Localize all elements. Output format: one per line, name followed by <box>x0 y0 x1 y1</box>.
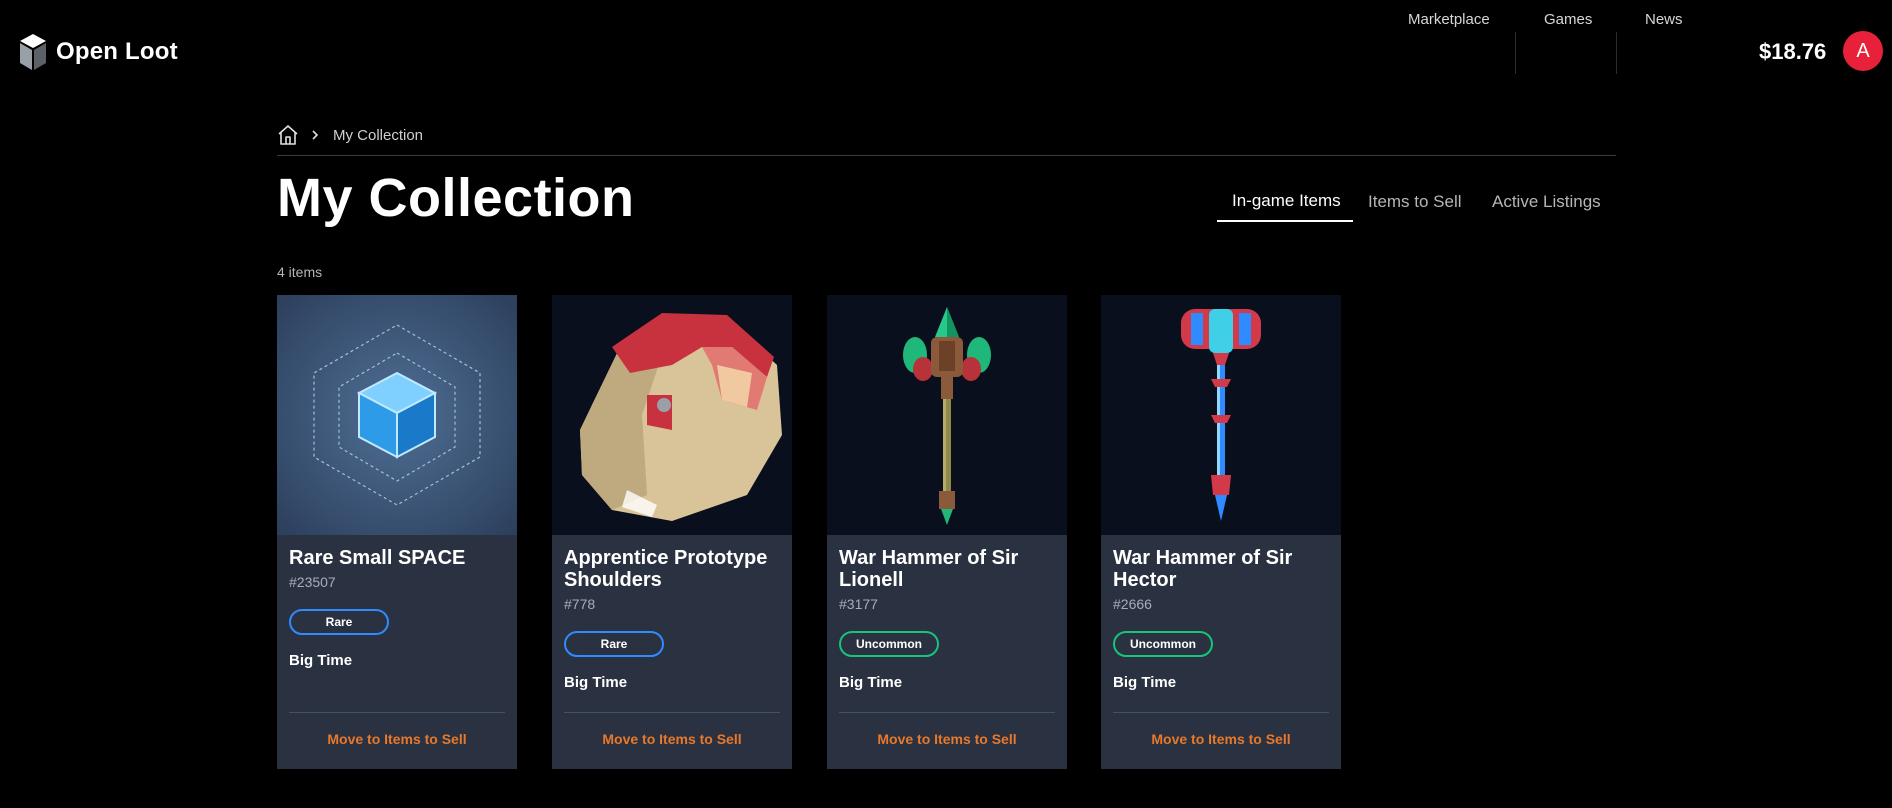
card-divider <box>564 712 780 713</box>
avatar[interactable]: A <box>1843 31 1883 71</box>
loot-box-icon <box>20 34 46 70</box>
item-card[interactable]: Rare Small SPACE #23507 Rare Big Time Mo… <box>277 295 517 769</box>
space-cube-icon <box>277 295 517 535</box>
move-to-items-to-sell-button[interactable]: Move to Items to Sell <box>827 731 1067 747</box>
item-name: Apprentice Prototype Shoulders <box>564 547 768 591</box>
page-title: My Collection <box>277 168 635 228</box>
item-card[interactable]: Apprentice Prototype Shoulders #778 Rare… <box>552 295 792 769</box>
rarity-badge: Rare <box>289 609 389 635</box>
nav-marketplace[interactable]: Marketplace <box>1408 0 1490 40</box>
breadcrumb: My Collection <box>277 124 423 146</box>
card-divider <box>839 712 1055 713</box>
item-game: Big Time <box>564 674 628 691</box>
nav-news[interactable]: News <box>1645 0 1683 40</box>
move-to-items-to-sell-button[interactable]: Move to Items to Sell <box>1101 731 1341 747</box>
war-hammer-icon <box>827 295 1067 535</box>
rarity-badge: Rare <box>564 631 664 657</box>
item-game: Big Time <box>289 652 353 669</box>
breadcrumb-current: My Collection <box>333 126 424 144</box>
nav-divider <box>1616 32 1617 74</box>
item-game: Big Time <box>1113 674 1177 691</box>
rarity-badge: Uncommon <box>839 631 939 657</box>
open-loot-logo[interactable]: Open Loot <box>18 32 178 72</box>
item-thumbnail <box>552 295 792 535</box>
shoulder-armor-icon <box>552 295 792 535</box>
move-to-items-to-sell-button[interactable]: Move to Items to Sell <box>552 731 792 747</box>
top-header: Open Loot Marketplace Games News $18.76 … <box>0 0 1892 104</box>
item-card[interactable]: War Hammer of Sir Lionell #3177 Uncommon… <box>827 295 1067 769</box>
tab-active-listings[interactable]: Active Listings <box>1492 192 1601 212</box>
item-game: Big Time <box>839 674 903 691</box>
move-to-items-to-sell-button[interactable]: Move to Items to Sell <box>277 731 517 747</box>
header-divider <box>277 155 1616 156</box>
item-name: War Hammer of Sir Lionell <box>839 547 1019 591</box>
home-icon[interactable] <box>277 124 299 146</box>
item-id: #2666 <box>1113 596 1152 612</box>
item-id: #778 <box>564 596 596 612</box>
card-divider <box>1113 712 1329 713</box>
active-tab-indicator <box>1217 220 1353 222</box>
item-name: Rare Small SPACE <box>289 547 466 569</box>
wallet-balance[interactable]: $18.76 <box>1759 32 1826 72</box>
item-thumbnail <box>277 295 517 535</box>
tab-items-to-sell[interactable]: Items to Sell <box>1368 192 1462 212</box>
rarity-badge: Uncommon <box>1113 631 1213 657</box>
card-divider <box>289 712 505 713</box>
item-thumbnail <box>1101 295 1341 535</box>
tab-in-game-items[interactable]: In-game Items <box>1232 191 1341 211</box>
item-id: #3177 <box>839 596 878 612</box>
item-name: War Hammer of Sir Hector <box>1113 547 1293 591</box>
item-thumbnail <box>827 295 1067 535</box>
war-hammer-icon <box>1101 295 1341 535</box>
app-name: Open Loot <box>56 38 178 65</box>
item-count: 4 items <box>277 264 323 280</box>
nav-games[interactable]: Games <box>1544 0 1592 40</box>
item-id: #23507 <box>289 574 336 590</box>
item-card[interactable]: War Hammer of Sir Hector #2666 Uncommon … <box>1101 295 1341 769</box>
chevron-right-icon <box>312 130 319 140</box>
nav-divider <box>1515 32 1516 74</box>
